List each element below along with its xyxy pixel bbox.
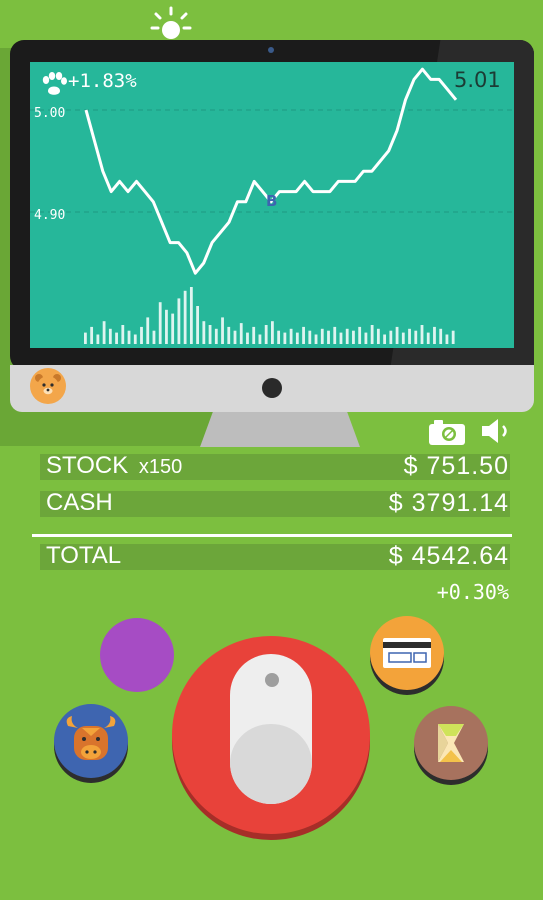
hourglass-icon: [438, 724, 464, 762]
volume-bar: [214, 328, 218, 344]
volume-bar: [320, 328, 324, 344]
stock-label-group: STOCK x150: [46, 452, 182, 480]
volume-bar: [426, 332, 430, 344]
volume-bar: [289, 328, 293, 344]
volume-bar: [165, 309, 168, 344]
volume-bar: [333, 326, 337, 344]
purple-button[interactable]: [100, 618, 174, 692]
volume-bar: [283, 332, 287, 344]
buy-marker: B: [266, 192, 277, 210]
volume-bar: [364, 332, 368, 344]
monitor-stand: [200, 412, 360, 447]
cash-value: $ 3791.14: [388, 489, 509, 517]
volume-bar: [445, 334, 449, 344]
volume-bar: [264, 325, 268, 344]
volume-bar: [345, 328, 349, 344]
stats-divider: [32, 534, 512, 537]
volume-bar: [171, 313, 175, 344]
credit-card-icon: [383, 638, 431, 668]
total-change-percent: +0.30%: [436, 580, 509, 604]
volume-bar: [395, 326, 399, 344]
camera-icon[interactable]: [428, 418, 466, 446]
volume-bar: [258, 334, 262, 344]
volume-bar: [158, 302, 162, 344]
volume-bar: [196, 306, 200, 344]
volume-bar: [84, 332, 87, 344]
volume-bar: [146, 317, 150, 344]
volume-bar: [140, 326, 143, 344]
volume-bar: [352, 330, 355, 344]
volume-bar: [433, 326, 436, 344]
speaker-icon[interactable]: [480, 416, 514, 446]
volume-bar: [227, 326, 231, 344]
volume-bar: [221, 317, 224, 344]
bull-button[interactable]: [54, 704, 128, 778]
volume-bar: [383, 334, 387, 344]
volume-bar: [152, 330, 156, 344]
chart-change-percent: +1.83%: [68, 70, 137, 92]
total-value: $ 4542.64: [388, 542, 509, 570]
volume-bar: [246, 332, 249, 344]
volume-bar: [401, 332, 405, 344]
webcam-dot: [268, 47, 274, 53]
stock-value: $ 751.50: [403, 452, 509, 480]
stock-label: STOCK: [46, 452, 129, 479]
volume-bar: [208, 325, 212, 344]
volume-bar: [202, 321, 206, 344]
volume-bar: [133, 334, 137, 344]
y-tick-label: 5.00: [34, 106, 66, 121]
volume-bar: [370, 325, 374, 344]
mouse-wheel-dot: [265, 673, 279, 687]
volume-bar: [376, 328, 380, 344]
volume-bar: [439, 328, 443, 344]
paw-icon: [42, 72, 67, 95]
total-label: TOTAL: [46, 542, 122, 569]
volume-bar: [271, 321, 274, 344]
volume-bar: [183, 290, 187, 344]
mouse-shade: [230, 724, 312, 804]
volume-bar: [96, 334, 100, 344]
volume-bar: [295, 332, 299, 344]
volume-bar: [414, 330, 418, 344]
stock-chart: B: [30, 67, 514, 344]
cash-label: CASH: [46, 489, 113, 516]
power-button[interactable]: [262, 378, 282, 398]
volume-bar: [189, 287, 193, 344]
volume-bar: [451, 330, 455, 344]
stock-quantity: x150: [138, 456, 183, 478]
price-line: [84, 67, 458, 275]
volume-bar: [108, 328, 112, 344]
volume-bar: [327, 330, 330, 344]
volume-bar: [314, 334, 318, 344]
hourglass-button[interactable]: [414, 706, 488, 780]
volume-bar: [302, 326, 305, 344]
volume-bar: [90, 326, 94, 344]
volume-bar: [389, 330, 393, 344]
volume-bar: [177, 298, 181, 344]
volume-bar: [115, 332, 118, 344]
volume-bar: [102, 321, 106, 344]
volume-bar: [408, 328, 411, 344]
sun-icon: [150, 6, 192, 39]
volume-bar: [358, 326, 362, 344]
bull-icon: [66, 716, 116, 760]
stock-chart-screen: B: [30, 62, 514, 348]
volume-bar: [420, 325, 424, 344]
volume-bar: [277, 330, 281, 344]
y-tick-label: 4.90: [34, 208, 66, 223]
volume-bar: [252, 326, 256, 344]
bear-button[interactable]: [30, 368, 66, 404]
bear-icon: [35, 374, 61, 398]
volume-bar: [239, 323, 243, 344]
volume-bar: [121, 325, 125, 344]
volume-bar: [339, 332, 343, 344]
chart-current-price: 5.01: [454, 68, 501, 92]
card-button[interactable]: [370, 616, 444, 690]
volume-bar: [308, 330, 312, 344]
volume-bar: [233, 330, 237, 344]
volume-bar: [127, 330, 131, 344]
